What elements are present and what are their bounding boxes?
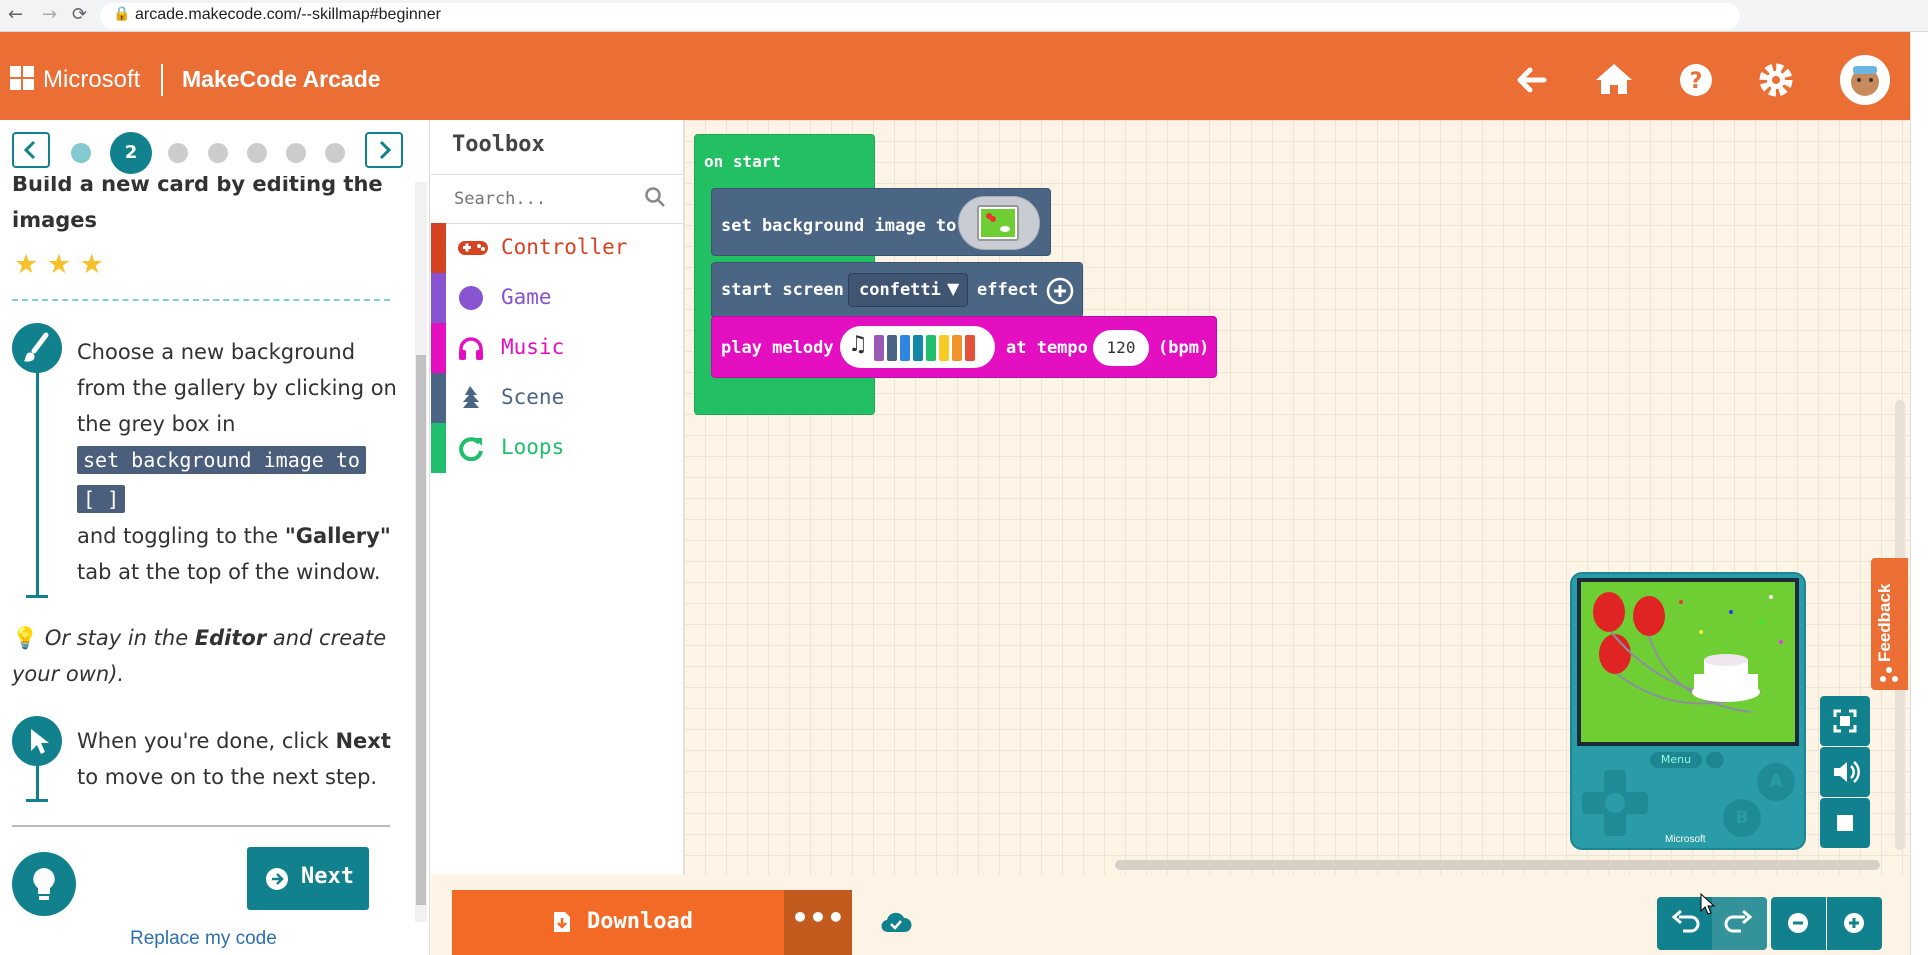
- step-line: [36, 765, 39, 801]
- instruction-text: the grey box in: [77, 412, 236, 436]
- next-button[interactable]: Next: [247, 847, 369, 910]
- zoom-out-button[interactable]: [1771, 897, 1826, 950]
- tree-icon: [457, 385, 487, 411]
- download-button[interactable]: Download: [452, 890, 784, 955]
- zoom-in-button[interactable]: [1827, 897, 1882, 950]
- tip-text: your own).: [12, 662, 125, 686]
- panel-scroll-thumb[interactable]: [416, 355, 426, 905]
- step-dot-3[interactable]: [168, 143, 188, 163]
- cloud-check-icon[interactable]: [880, 910, 912, 936]
- step-dot-6[interactable]: [286, 143, 306, 163]
- avatar[interactable]: [1840, 55, 1890, 105]
- add-circle-icon[interactable]: [1046, 277, 1074, 305]
- background-image-thumbnail: [977, 205, 1019, 241]
- simulator-brand: Microsoft: [1665, 834, 1706, 845]
- replace-code-link[interactable]: Replace my code: [130, 928, 277, 950]
- browser-back-icon[interactable]: ←: [8, 4, 23, 25]
- step-dot-5[interactable]: [247, 143, 267, 163]
- toolbox-title: Toolbox: [452, 132, 545, 157]
- instruction-text: to move on to the next step.: [77, 765, 378, 789]
- svg-text:?: ?: [1690, 69, 1703, 94]
- simulator-screen[interactable]: [1577, 578, 1799, 746]
- fullscreen-button[interactable]: [1820, 696, 1870, 746]
- prev-step-button[interactable]: [12, 132, 50, 168]
- start-screen-label: start screen: [721, 280, 844, 300]
- mouse-cursor-icon: [1700, 892, 1716, 915]
- help-icon[interactable]: ?: [1674, 58, 1718, 102]
- step-dot-4[interactable]: [208, 143, 228, 163]
- code-snippet: [ ]: [77, 485, 126, 513]
- instruction-text: Choose a new background: [77, 340, 356, 364]
- category-controller[interactable]: Controller: [431, 223, 683, 273]
- paintbrush-icon: [12, 323, 62, 373]
- code-snippet: set background image to: [77, 446, 366, 474]
- music-note-icon: ♫: [848, 332, 868, 357]
- play-melody-label: play melody: [721, 338, 834, 358]
- instruction-text: and toggling to the "Gallery": [77, 524, 391, 548]
- gear-icon[interactable]: [1754, 58, 1798, 102]
- simulator-dpad[interactable]: [1580, 768, 1650, 838]
- simulator-menu-button[interactable]: Menu: [1650, 752, 1702, 768]
- browser-forward-icon[interactable]: →: [42, 4, 57, 25]
- brand-divider: [161, 64, 163, 96]
- step-dot-current[interactable]: 2: [110, 132, 152, 174]
- step-dot-1[interactable]: [71, 143, 91, 163]
- lightbulb-icon: 💡: [12, 626, 39, 650]
- feedback-label: Feedback: [1875, 583, 1894, 662]
- search-icon[interactable]: [643, 185, 667, 209]
- lock-icon: 🔒: [113, 6, 131, 22]
- melody-editor[interactable]: ♫: [840, 326, 995, 368]
- effect-label: effect: [977, 280, 1039, 300]
- cursor-icon: [12, 716, 62, 766]
- refresh-icon: [457, 435, 487, 462]
- home-icon[interactable]: [1592, 58, 1636, 102]
- tip-text: 💡 Or stay in the Editor and create: [12, 626, 387, 650]
- browser-reload-icon[interactable]: ⟳: [72, 4, 87, 25]
- tempo-input[interactable]: 120: [1093, 330, 1149, 366]
- melody-notes: [874, 335, 975, 361]
- instruction-text: When you're done, click Next: [77, 729, 391, 753]
- star-icons: ★ ★ ★: [14, 249, 104, 280]
- download-icon: [554, 912, 570, 932]
- circle-icon: [457, 285, 487, 311]
- more-options-button[interactable]: •••: [784, 890, 852, 955]
- category-game[interactable]: Game: [431, 273, 683, 323]
- feedback-icon: [1878, 665, 1900, 687]
- set-background-label: set background image to: [721, 216, 957, 236]
- url-text: arcade.makecode.com/--skillmap#beginner: [135, 6, 441, 23]
- brand-makecode[interactable]: MakeCode Arcade: [182, 66, 381, 93]
- at-tempo-label: at tempo: [1006, 338, 1088, 358]
- divider: [12, 825, 390, 827]
- divider: [12, 299, 390, 301]
- hint-button[interactable]: [12, 852, 76, 916]
- simulator-a-button[interactable]: A: [1757, 763, 1795, 801]
- category-scene[interactable]: Scene: [431, 373, 683, 423]
- image-picker[interactable]: [958, 196, 1040, 250]
- instruction-text: tab at the top of the window.: [77, 560, 381, 584]
- volume-button[interactable]: [1820, 747, 1870, 797]
- chevron-down-icon: ▼: [947, 279, 960, 298]
- category-music[interactable]: Music: [431, 323, 683, 373]
- step-title: Build a new card by editing the images: [12, 172, 383, 232]
- back-arrow-icon[interactable]: [1510, 58, 1554, 102]
- instruction-text: from the gallery by clicking on: [77, 376, 397, 400]
- toolbox-search-input[interactable]: [452, 185, 632, 213]
- bpm-label: (bpm): [1158, 338, 1210, 358]
- redo-button[interactable]: [1712, 897, 1767, 950]
- step-dot-7[interactable]: [325, 143, 345, 163]
- workspace-hscroll[interactable]: [1115, 860, 1880, 870]
- on-start-label: on start: [704, 152, 782, 171]
- effect-dropdown[interactable]: confetti ▼: [848, 273, 968, 307]
- category-loops[interactable]: Loops: [431, 423, 683, 473]
- gamepad-icon: [457, 235, 488, 261]
- browser-side-edge: [1910, 32, 1928, 955]
- brand-microsoft[interactable]: Microsoft: [43, 66, 140, 94]
- headphones-icon: [457, 335, 487, 361]
- stop-button[interactable]: [1820, 798, 1870, 848]
- simulator-reset-icon[interactable]: [1706, 752, 1724, 768]
- next-step-arrow-button[interactable]: [365, 132, 403, 168]
- microsoft-logo-icon: [10, 66, 36, 92]
- step-line: [36, 372, 39, 597]
- simulator-b-button[interactable]: B: [1723, 799, 1761, 837]
